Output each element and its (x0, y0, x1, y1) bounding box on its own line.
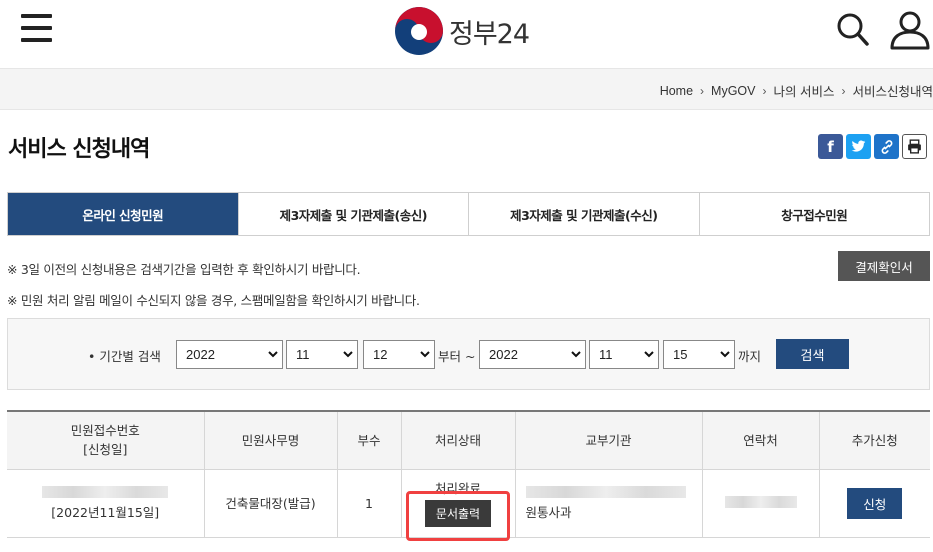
to-year-select[interactable]: 2022 (479, 340, 586, 369)
application-table: 민원접수번호 [신청일] 민원사무명 부수 처리상태 교부기관 연락처 추가신청… (7, 410, 930, 538)
chevron-down-icon (343, 351, 353, 358)
col-receipt-number: 민원접수번호 [신청일] (7, 410, 205, 470)
status-text: 처리완료 (434, 481, 481, 496)
breadcrumb-bar: Home › MyGOV › 나의 서비스 › 서비스신청내역 (0, 68, 933, 110)
tab-third-party-sent[interactable]: 제3자제출 및 기관제출(송신) (238, 193, 469, 235)
search-button[interactable]: 검색 (776, 339, 849, 369)
payment-confirmation-button[interactable]: 결제확인서 (838, 251, 930, 281)
redacted-agency-name (525, 486, 686, 498)
print-icon[interactable] (902, 134, 927, 159)
from-word: 부터 ~ (438, 349, 476, 364)
tab-bar: 온라인 신청민원 제3자제출 및 기관제출(송신) 제3자제출 및 기관제출(수… (7, 192, 930, 236)
col-contact: 연락처 (702, 410, 820, 470)
cell-copies: 1 (337, 469, 402, 538)
cell-additional: 신청 (819, 469, 930, 538)
cell-service: 건축물대장(발급) (204, 469, 338, 538)
from-year-value: 2022 (186, 347, 215, 362)
twitter-icon[interactable] (846, 134, 871, 159)
chevron-right-icon: › (700, 83, 705, 98)
cell-agency: 원통사과 (515, 469, 703, 538)
taegeuk-icon (395, 7, 443, 55)
page-title: 서비스 신청내역 (8, 137, 150, 162)
search-icon[interactable] (836, 12, 870, 48)
to-month-value: 11 (599, 347, 613, 362)
breadcrumb-home[interactable]: Home (660, 84, 693, 98)
facebook-icon[interactable]: f (818, 134, 843, 159)
breadcrumb-mygov[interactable]: MyGOV (711, 84, 755, 98)
chevron-right-icon: › (841, 83, 846, 98)
to-month-select[interactable]: 11 (589, 340, 659, 369)
table-row: [2022년11월15일] 건축물대장(발급) 1 처리완료 문서출력 원통사과… (7, 469, 930, 538)
from-year-select[interactable]: 2022 (176, 340, 283, 369)
col-application-date-label: [신청일] (83, 442, 128, 458)
share-buttons: f (818, 134, 927, 159)
logo-text: 정부24 (449, 18, 530, 50)
to-day-select[interactable]: 15 (663, 340, 735, 369)
chevron-down-icon (720, 351, 730, 358)
tab-third-party-received[interactable]: 제3자제출 및 기관제출(수신) (469, 193, 700, 235)
redacted-contact (724, 495, 797, 508)
link-icon[interactable] (874, 134, 899, 159)
apply-button[interactable]: 신청 (847, 487, 903, 519)
print-document-button[interactable]: 문서출력 (424, 500, 492, 527)
breadcrumb-my-service[interactable]: 나의 서비스 (774, 81, 835, 100)
period-search-box: • 기간별 검색 2022 11 12 부터 ~ 2022 11 15 까지 검… (7, 318, 930, 390)
from-month-value: 11 (296, 347, 310, 362)
application-date: [2022년11월15일] (51, 505, 160, 520)
notice-search-period: ※ 3일 이전의 신청내용은 검색기간을 입력한 후 확인하시기 바랍니다. (7, 262, 361, 277)
tab-online-application[interactable]: 온라인 신청민원 (8, 193, 239, 235)
breadcrumb: Home › MyGOV › 나의 서비스 › 서비스신청내역 (660, 81, 933, 100)
period-search-label: • 기간별 검색 (88, 349, 161, 364)
notice-spam-mail: ※ 민원 처리 알림 메일이 수신되지 않을 경우, 스팸메일함을 확인하시기 … (7, 293, 420, 308)
from-month-select[interactable]: 11 (286, 340, 358, 369)
cell-receipt: [2022년11월15일] (7, 469, 205, 538)
col-issuing-agency: 교부기관 (515, 410, 703, 470)
col-status: 처리상태 (401, 410, 516, 470)
from-day-value: 12 (373, 347, 388, 362)
breadcrumb-current[interactable]: 서비스신청내역 (852, 81, 933, 100)
chevron-down-icon (644, 351, 654, 358)
user-icon[interactable] (889, 10, 931, 50)
to-year-value: 2022 (489, 347, 518, 362)
chevron-down-icon (268, 351, 278, 358)
menu-icon[interactable] (21, 14, 53, 44)
col-service-name: 민원사무명 (204, 410, 338, 470)
chevron-right-icon: › (762, 83, 767, 98)
table-header-row: 민원접수번호 [신청일] 민원사무명 부수 처리상태 교부기관 연락처 추가신청 (7, 410, 930, 470)
site-header: 정부24 (0, 0, 933, 68)
agency-name: 원통사과 (525, 505, 572, 520)
to-day-value: 15 (673, 347, 688, 362)
col-receipt-number-label: 민원접수번호 (70, 423, 140, 439)
tab-counter-application[interactable]: 창구접수민원 (699, 193, 929, 235)
redacted-receipt-number (42, 486, 169, 498)
cell-contact (702, 469, 820, 538)
to-word: 까지 (738, 349, 762, 364)
col-copies: 부수 (337, 410, 402, 470)
chevron-down-icon (571, 351, 581, 358)
cell-status: 처리완료 문서출력 (401, 469, 516, 538)
col-additional: 추가신청 (819, 410, 930, 470)
logo[interactable]: 정부24 (393, 6, 553, 56)
chevron-down-icon (420, 351, 430, 358)
from-day-select[interactable]: 12 (363, 340, 435, 369)
